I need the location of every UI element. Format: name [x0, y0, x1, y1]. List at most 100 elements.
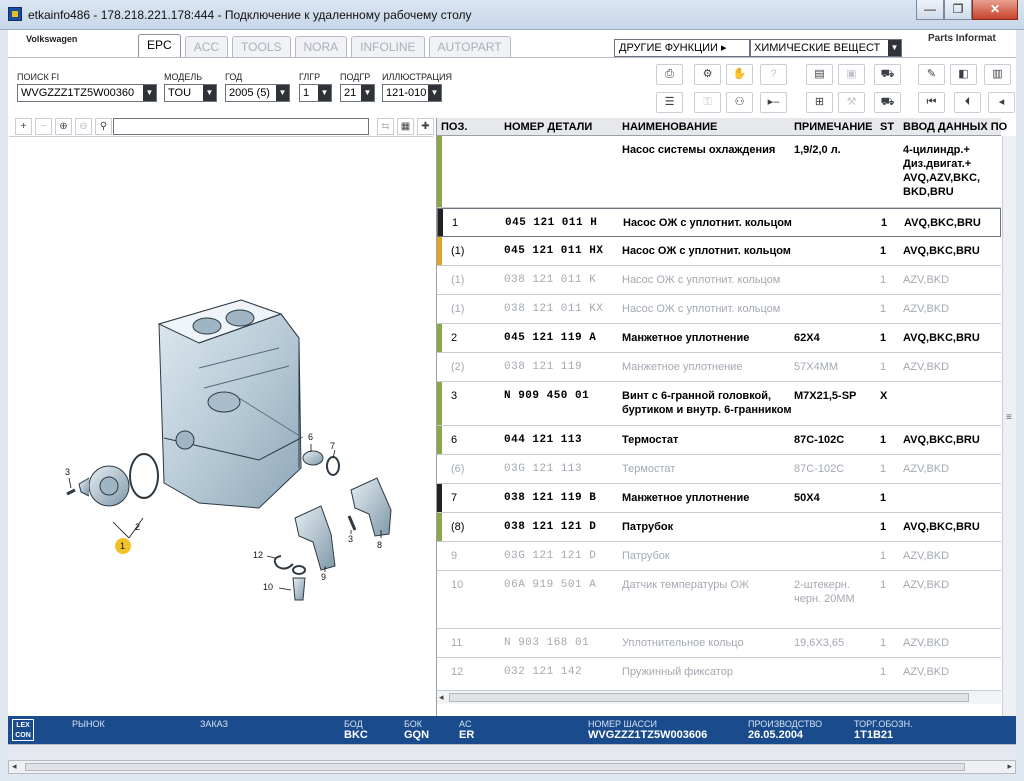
- subgroup-value: 21: [344, 87, 357, 99]
- chevron-down-icon[interactable]: ▼: [203, 85, 216, 101]
- elsa-icon[interactable]: ▤: [806, 64, 833, 85]
- first-page-icon[interactable]: ⏮: [918, 92, 945, 113]
- callout-6[interactable]: 6: [308, 432, 313, 442]
- scroll-left-icon[interactable]: ◂: [12, 761, 17, 772]
- table-row[interactable]: 9 03G 121 121 D Патрубок 1 AZV,BKD: [437, 542, 1001, 571]
- callout-7[interactable]: 7: [330, 441, 335, 451]
- table-row[interactable]: 10 06A 919 501 A Датчик температуры ОЖ 2…: [437, 571, 1001, 629]
- chevron-down-icon[interactable]: ▼: [428, 85, 441, 101]
- scroll-left-icon[interactable]: ◂: [439, 692, 444, 703]
- cart-icon[interactable]: ⛟: [874, 92, 901, 113]
- cell-st: 1: [880, 434, 887, 446]
- chevron-down-icon[interactable]: ▼: [361, 85, 374, 101]
- callout-2[interactable]: 2: [135, 522, 140, 532]
- table-row[interactable]: 12 032 121 142 Пружинный фиксатор 1 AZV,…: [437, 658, 1001, 686]
- other-functions-menu[interactable]: ДРУГИЕ ФУНКЦИИ ▸: [614, 39, 750, 57]
- col-name[interactable]: НАИМЕНОВАНИЕ: [622, 121, 717, 133]
- print-icon[interactable]: ⎙: [656, 64, 683, 85]
- table-row[interactable]: (8) 038 121 121 D Патрубок 1 AVQ,BKC,BRU: [437, 513, 1001, 542]
- model-value: TOU: [168, 87, 192, 99]
- chevron-down-icon[interactable]: ▼: [276, 85, 289, 101]
- table-row[interactable]: 11 N 903 168 01 Уплотнительное кольцо 19…: [437, 629, 1001, 658]
- book-back-icon[interactable]: ◧: [950, 64, 977, 85]
- layout-icon[interactable]: ▦: [397, 118, 414, 135]
- callout-8[interactable]: 8: [377, 540, 382, 550]
- handshake-icon[interactable]: ✋: [726, 64, 753, 85]
- zoom-reset-icon[interactable]: ⊖: [75, 118, 92, 135]
- table-row[interactable]: (2) 038 121 119 Манжетное уплотнение 57X…: [437, 353, 1001, 382]
- close-button[interactable]: ✕: [972, 0, 1018, 20]
- chevron-down-icon[interactable]: ▼: [888, 40, 901, 56]
- search-fi-select[interactable]: WVGZZZ1TZ5W00360 ▼: [17, 84, 157, 102]
- table-row[interactable]: 2 045 121 119 A Манжетное уплотнение 62X…: [437, 324, 1001, 353]
- callout-10[interactable]: 10: [263, 582, 273, 592]
- search-icon[interactable]: ⚲: [95, 118, 112, 135]
- chemicals-select[interactable]: ХИМИЧЕСКИЕ ВЕЩЕСТ ▼: [750, 39, 902, 57]
- table-row-header-group[interactable]: Насос системы охлаждения 1,9/2,0 л. 4-ци…: [437, 136, 1001, 208]
- illustration-value: 121-010: [386, 87, 427, 99]
- motorcycle-icon[interactable]: ⚇: [726, 92, 753, 113]
- tab-acc[interactable]: ACC: [184, 36, 229, 57]
- cell-note: 50X4: [794, 492, 820, 504]
- tab-infoline[interactable]: INFOLINE: [351, 36, 425, 57]
- expand-icon[interactable]: ✚: [417, 118, 434, 135]
- scroll-grip-icon[interactable]: ≡: [1006, 412, 1012, 423]
- zoom-in-icon[interactable]: +: [15, 118, 32, 135]
- scroll-thumb[interactable]: [25, 763, 965, 771]
- tools-icon[interactable]: ⚒: [838, 92, 865, 113]
- split-view-icon[interactable]: ⇆: [377, 118, 394, 135]
- cart-arrow-icon[interactable]: ⛟: [874, 64, 901, 85]
- service-icon[interactable]: ⚙: [694, 64, 721, 85]
- col-pos[interactable]: ПОЗ.: [441, 121, 467, 133]
- zoom-out-icon[interactable]: −: [35, 118, 52, 135]
- model-select[interactable]: TOU ▼: [164, 84, 217, 102]
- scroll-right-icon[interactable]: ▸: [1007, 761, 1012, 772]
- callout-3-right[interactable]: 3: [348, 534, 353, 544]
- col-note[interactable]: ПРИМЕЧАНИЕ: [794, 121, 873, 133]
- table-row-selected[interactable]: 1 045 121 011 H Насос ОЖ с уплотнит. кол…: [437, 208, 1001, 237]
- prev-page-icon[interactable]: ⏴: [954, 92, 981, 113]
- help-icon[interactable]: ?: [760, 64, 787, 85]
- table-row[interactable]: (1) 045 121 011 HX Насос ОЖ с уплотнит. …: [437, 237, 1001, 266]
- scroll-thumb[interactable]: [449, 693, 969, 702]
- dsp-icon[interactable]: ▣: [838, 64, 865, 85]
- pin-icon[interactable]: ✎: [918, 64, 945, 85]
- table-row[interactable]: (1) 038 121 011 K Насос ОЖ с уплотнит. к…: [437, 266, 1001, 295]
- bok-label: БОК: [404, 719, 423, 729]
- table-vertical-scrollbar[interactable]: ≡: [1002, 136, 1016, 716]
- tab-autopart[interactable]: AUTOPART: [428, 36, 511, 57]
- col-entry[interactable]: ВВОД ДАННЫХ ПО: [903, 121, 1007, 133]
- zoom-fit-icon[interactable]: ⊕: [55, 118, 72, 135]
- main-group-select[interactable]: 1 ▼: [299, 84, 332, 102]
- tab-nora[interactable]: NORA: [294, 36, 348, 57]
- minimize-button[interactable]: —: [916, 0, 944, 20]
- table-row[interactable]: 7 038 121 119 B Манжетное уплотнение 50X…: [437, 484, 1001, 513]
- chevron-down-icon[interactable]: ▼: [318, 85, 331, 101]
- callout-12[interactable]: 12: [253, 550, 263, 560]
- subgroup-select[interactable]: 21 ▼: [340, 84, 375, 102]
- tab-tools[interactable]: TOOLS: [232, 36, 291, 57]
- remote-desktop-scrollbar[interactable]: ◂ ▸: [8, 760, 1016, 774]
- table-row[interactable]: 6 044 121 113 Термостат 87C-102C 1 AVQ,B…: [437, 426, 1001, 455]
- callout-3-left[interactable]: 3: [65, 467, 70, 477]
- tab-epc[interactable]: EPC: [138, 34, 181, 57]
- table-row[interactable]: (6) 03G 121 113 Термостат 87C-102C 1 AZV…: [437, 455, 1001, 484]
- year-select[interactable]: 2005 (5) ▼: [225, 84, 290, 102]
- table-row[interactable]: 3 N 909 450 01 Винт с 6-гранной головкой…: [437, 382, 1001, 426]
- parts-box-icon[interactable]: ⊞: [806, 92, 833, 113]
- play-minus-icon[interactable]: ▸–: [760, 92, 787, 113]
- chevron-down-icon[interactable]: ▼: [143, 85, 156, 101]
- illustration-search-input[interactable]: [113, 118, 369, 135]
- list-icon[interactable]: ☰: [656, 92, 683, 113]
- prev-arrow-icon[interactable]: ◂: [988, 92, 1015, 113]
- illustration-select[interactable]: 121-010 ▼: [382, 84, 442, 102]
- key-icon[interactable]: ⚿: [694, 92, 721, 113]
- book-icon[interactable]: ▥: [984, 64, 1011, 85]
- table-row[interactable]: (1) 038 121 011 KX Насос ОЖ с уплотнит. …: [437, 295, 1001, 324]
- callout-9[interactable]: 9: [321, 572, 326, 582]
- callout-1[interactable]: 1: [120, 541, 125, 551]
- col-st[interactable]: ST: [880, 121, 894, 133]
- restore-button[interactable]: ❐: [944, 0, 972, 20]
- col-part-number[interactable]: НОМЕР ДЕТАЛИ: [504, 121, 592, 133]
- table-horizontal-scrollbar[interactable]: ◂: [437, 690, 1001, 704]
